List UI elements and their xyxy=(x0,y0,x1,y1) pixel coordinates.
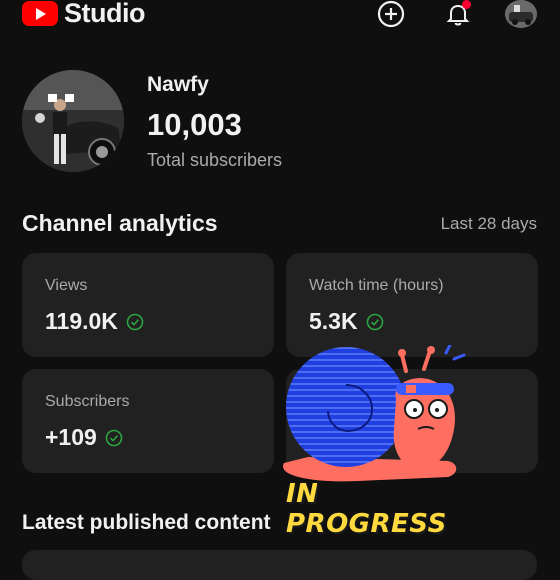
subscriber-count: 10,003 xyxy=(147,107,242,142)
create-plus-icon[interactable] xyxy=(377,0,405,28)
channel-avatar[interactable] xyxy=(22,70,124,172)
check-circle-icon xyxy=(366,313,383,330)
subscribers-value: +109 xyxy=(45,424,97,450)
check-circle-icon xyxy=(126,313,144,330)
watch-time-card[interactable]: Watch time (hours) 5.3K xyxy=(286,253,538,357)
date-range[interactable]: Last 28 days xyxy=(441,214,537,234)
analytics-title: Channel analytics xyxy=(22,210,218,236)
views-card[interactable]: Views 119.0K xyxy=(22,253,274,357)
watch-time-label: Watch time (hours) xyxy=(309,277,444,294)
app-name: Studio xyxy=(64,0,145,28)
subscribers-label: Subscribers xyxy=(45,393,130,410)
studio-logo[interactable]: Studio xyxy=(22,0,145,27)
watch-time-value: 5.3K xyxy=(309,308,358,334)
notification-bell-icon[interactable] xyxy=(444,0,472,28)
views-label: Views xyxy=(45,277,88,294)
channel-name: Nawfy xyxy=(147,73,209,96)
account-avatar[interactable] xyxy=(505,0,537,28)
latest-content-card[interactable] xyxy=(22,550,537,580)
top-bar: Studio xyxy=(0,0,560,30)
subscriber-label: Total subscribers xyxy=(147,150,283,170)
check-circle-icon xyxy=(105,429,123,446)
latest-content-title: Latest published content xyxy=(22,511,271,534)
notification-badge xyxy=(462,0,471,9)
subscribers-card[interactable]: Subscribers +109 xyxy=(22,369,274,473)
snail-sticker: IN PROGRESS xyxy=(278,343,478,539)
sticker-text: IN PROGRESS xyxy=(286,479,447,539)
views-value: 119.0K xyxy=(45,308,118,334)
youtube-logo-icon xyxy=(22,1,58,26)
